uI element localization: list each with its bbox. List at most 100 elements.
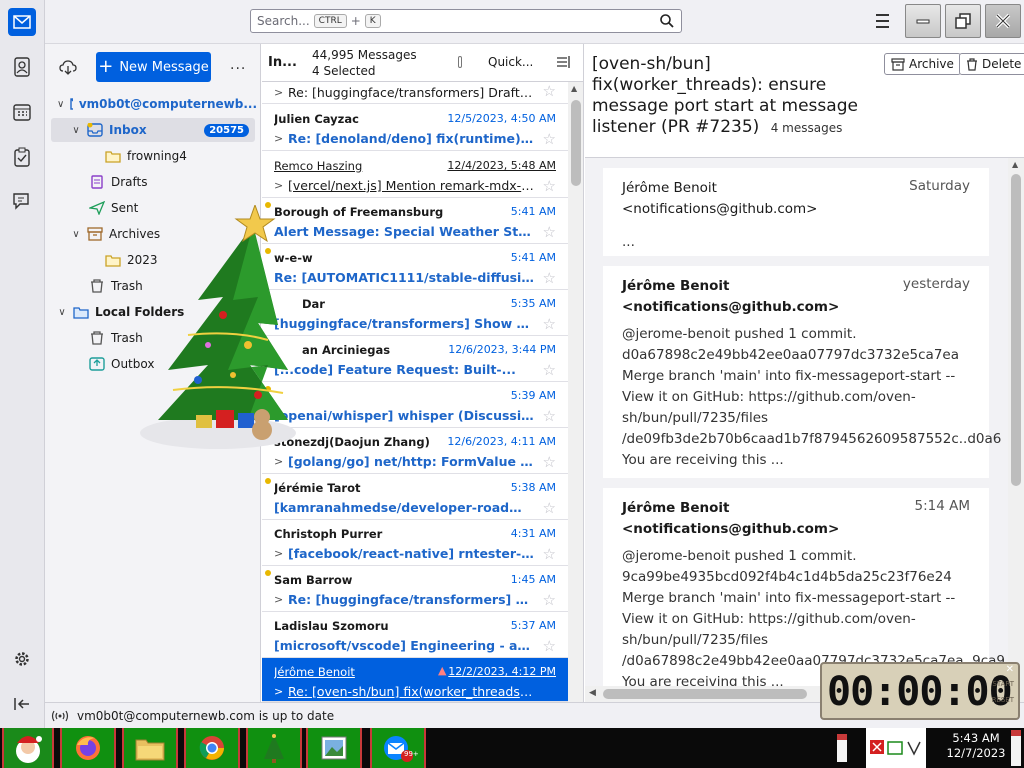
- star-icon[interactable]: ☆: [543, 499, 556, 517]
- scrollbar-thumb[interactable]: [571, 100, 581, 186]
- list-item[interactable]: Jérémie Tarot 5:38 AM [kamranahmedse/dev…: [262, 474, 568, 520]
- star-icon[interactable]: ☆: [543, 361, 556, 379]
- scroll-up-icon[interactable]: ▲: [571, 84, 577, 93]
- star-icon[interactable]: ☆: [543, 453, 556, 471]
- chevron-down-icon[interactable]: ∨: [71, 125, 81, 136]
- list-item[interactable]: Dar 5:35 AM [huggingface/transformers] S…: [262, 290, 568, 336]
- taskbar-file-explorer[interactable]: [122, 728, 178, 768]
- folder-pane-menu-button[interactable]: ...: [230, 57, 246, 73]
- folder-trash[interactable]: Trash: [89, 274, 143, 298]
- search-icon[interactable]: [659, 13, 675, 29]
- star-icon[interactable]: ☆: [543, 82, 556, 100]
- chat-icon[interactable]: [8, 187, 36, 215]
- thread-twisty-icon[interactable]: >: [274, 132, 283, 145]
- message-date: 5:38 AM: [510, 481, 556, 494]
- thread-twisty-icon[interactable]: >: [274, 179, 283, 192]
- quick-filter-toggle-icon[interactable]: [458, 56, 462, 68]
- reader-vertical-scrollbar[interactable]: ▲: [1008, 158, 1024, 688]
- folder-inbox[interactable]: ∨ Inbox 20575: [51, 118, 255, 142]
- chevron-down-icon[interactable]: ∨: [57, 99, 64, 110]
- quick-filter-button[interactable]: Quick...: [488, 55, 533, 69]
- thread-message[interactable]: Jérôme Benoit <notifications@github.com>…: [603, 168, 989, 256]
- star-icon[interactable]: ☆: [543, 269, 556, 287]
- chevron-down-icon[interactable]: ∨: [71, 229, 81, 240]
- taskbar-tree-app[interactable]: [246, 728, 302, 768]
- thread-twisty-icon[interactable]: >: [274, 593, 283, 606]
- star-icon[interactable]: ☆: [543, 407, 556, 425]
- message-list-scrollbar[interactable]: ▲: [568, 82, 583, 702]
- folder-drafts[interactable]: Drafts: [89, 170, 148, 194]
- thread-message[interactable]: Jérôme Benoit <notifications@github.com>…: [603, 266, 1001, 478]
- collapse-spaces-icon[interactable]: [8, 690, 36, 718]
- scroll-up-icon[interactable]: ▲: [1012, 160, 1018, 169]
- list-item[interactable]: stonezdj(Daojun Zhang) 12/6/2023, 4:11 A…: [262, 428, 568, 474]
- local-folders-root[interactable]: ∨ Local Folders: [57, 300, 184, 324]
- list-item-selected[interactable]: Jérôme Benoit ▲ 12/2/2023, 4:12 PM > Re:…: [262, 658, 568, 702]
- minimize-button[interactable]: [905, 4, 941, 38]
- list-item[interactable]: 5:39 AM [openai/whisper] whisper (Discus…: [262, 382, 568, 428]
- list-item[interactable]: Sam Barrow 1:45 AM > Re: [huggingface/tr…: [262, 566, 568, 612]
- tray-flag-icon[interactable]: [832, 728, 852, 768]
- scrollbar-thumb[interactable]: [1011, 174, 1021, 486]
- restore-button[interactable]: [945, 4, 981, 38]
- chevron-down-icon[interactable]: ∨: [57, 307, 67, 318]
- show-desktop-button[interactable]: [1010, 728, 1022, 768]
- settings-gear-icon[interactable]: [8, 645, 36, 673]
- delete-button[interactable]: Delete: [959, 53, 1024, 75]
- folder-2023[interactable]: 2023: [105, 248, 158, 272]
- taskbar-photo-app[interactable]: [306, 728, 362, 768]
- folder-sent[interactable]: Sent: [89, 196, 138, 220]
- close-button[interactable]: [985, 4, 1021, 38]
- app-menu-icon[interactable]: [872, 12, 892, 30]
- star-icon[interactable]: ☆: [543, 545, 556, 563]
- start-button[interactable]: [2, 728, 54, 768]
- calendar-icon[interactable]: [8, 98, 36, 126]
- thread-twisty-icon[interactable]: >: [274, 547, 283, 560]
- folder-archives[interactable]: ∨ Archives: [71, 222, 160, 246]
- folder-outbox[interactable]: Outbox: [89, 352, 154, 376]
- star-icon[interactable]: ☆: [543, 637, 556, 655]
- list-item[interactable]: Ladislau Szomoru 5:37 AM [microsoft/vsco…: [262, 612, 568, 658]
- list-item[interactable]: an Arciniegas 12/6/2023, 3:44 PM [...cod…: [262, 336, 568, 382]
- thread-twisty-icon[interactable]: >: [274, 86, 283, 99]
- archive-label: Archive: [909, 57, 954, 71]
- star-icon[interactable]: ☆: [543, 591, 556, 609]
- search-box[interactable]: Search... CTRL + K: [250, 9, 682, 33]
- junk-flame-icon[interactable]: ▲: [438, 664, 446, 677]
- taskbar-firefox[interactable]: [60, 728, 116, 768]
- archive-button[interactable]: Archive: [884, 53, 961, 75]
- mail-space-icon[interactable]: [8, 8, 36, 36]
- thread-twisty-icon[interactable]: >: [274, 455, 283, 468]
- list-display-options-icon[interactable]: [556, 55, 572, 69]
- list-item[interactable]: Julien Cayzac 12/5/2023, 4:50 AM > Re: […: [262, 105, 568, 151]
- list-item[interactable]: Borough of Freemansburg 5:41 AM Alert Me…: [262, 198, 568, 244]
- taskbar-clock[interactable]: 5:43 AM 12/7/2023: [946, 731, 1006, 761]
- taskbar-thunderbird[interactable]: 99+: [370, 728, 426, 768]
- star-icon[interactable]: ☆: [543, 177, 556, 195]
- stopwatch-reset-button[interactable]: RESET: [992, 696, 1014, 704]
- list-item[interactable]: w-e-w 5:41 AM Re: [AUTOMATIC1111/stable-…: [262, 244, 568, 290]
- scroll-left-icon[interactable]: ◀: [589, 688, 596, 698]
- address-book-icon[interactable]: [8, 53, 36, 81]
- new-message-button[interactable]: + New Message: [96, 52, 211, 82]
- account-root[interactable]: ∨ vm0b0t@computernewb...: [57, 92, 257, 116]
- widget-close-icon[interactable]: ✕: [1006, 664, 1014, 675]
- stopwatch-start-button[interactable]: START: [992, 680, 1014, 688]
- list-item[interactable]: Remco Haszing 12/4/2023, 5:48 AM > [verc…: [262, 152, 568, 198]
- star-icon[interactable]: ☆: [543, 223, 556, 241]
- folder-local-trash[interactable]: Trash: [89, 326, 143, 350]
- star-icon[interactable]: ☆: [543, 315, 556, 333]
- star-icon[interactable]: ☆: [543, 130, 556, 148]
- clock-time: 5:43 AM: [952, 731, 1000, 745]
- thread-twisty-icon[interactable]: >: [274, 685, 283, 698]
- folder-frowning4[interactable]: frowning4: [105, 144, 187, 168]
- list-item[interactable]: > Re: [huggingface/transformers] Draft v…: [262, 82, 568, 104]
- taskbar-chrome[interactable]: [184, 728, 240, 768]
- tasks-icon[interactable]: [8, 143, 36, 171]
- scrollbar-thumb[interactable]: [603, 689, 807, 699]
- system-tray[interactable]: [866, 728, 926, 768]
- message-subject: Re: [AUTOMATIC1111/stable-diffusion-...: [274, 270, 534, 285]
- folder-label: Local Folders: [95, 305, 185, 319]
- list-item[interactable]: Christoph Purrer 4:31 AM > [facebook/rea…: [262, 520, 568, 566]
- get-messages-icon[interactable]: [59, 58, 77, 76]
